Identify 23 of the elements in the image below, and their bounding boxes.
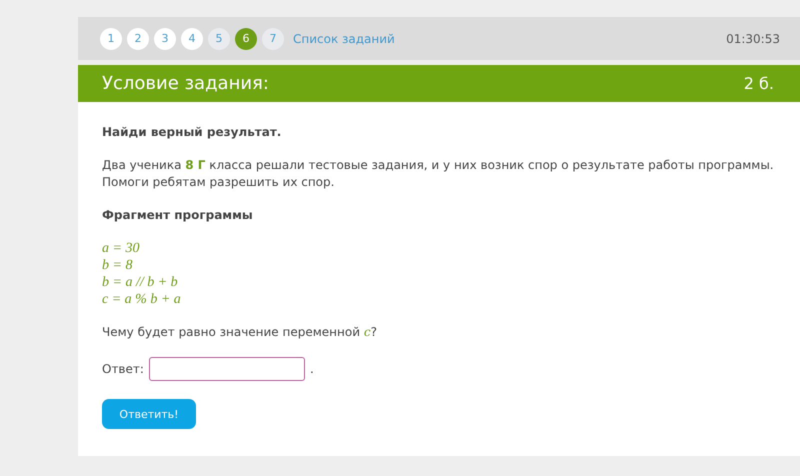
task-number-button[interactable]: 2 xyxy=(127,28,149,50)
header-title: Условие задания: xyxy=(102,73,269,94)
task-number-button[interactable]: 1 xyxy=(100,28,122,50)
answer-field[interactable] xyxy=(148,357,305,381)
fragment-title: Фрагмент программы xyxy=(102,207,254,224)
task-number-button[interactable]: 5 xyxy=(208,28,230,50)
points: 2 б. xyxy=(744,74,774,93)
code-line: b = a // b + b xyxy=(102,275,178,290)
task-number-button[interactable]: 4 xyxy=(181,28,203,50)
period: . xyxy=(310,362,314,376)
code-line: a = 30 xyxy=(102,241,140,256)
task-number-button[interactable]: 3 xyxy=(154,28,176,50)
task-number-button[interactable]: 7 xyxy=(262,28,284,50)
instruction: Найди верный результат. xyxy=(102,124,282,141)
question: Чему будет равно значение переменной c? xyxy=(102,324,378,341)
task-list-link[interactable]: Список заданий xyxy=(293,32,395,46)
task-paragraph: Два ученика 8 Г класса решали тестовые задания, и у них возник спор о результате работы программы. Помоги ребятам разрешить их спор. xyxy=(102,157,775,191)
task-number-button[interactable]: 6 xyxy=(235,28,257,50)
code-line: c = a % b + a xyxy=(102,292,181,307)
submit-button[interactable]: Ответить! xyxy=(102,399,196,429)
timer: 01:30:53 xyxy=(726,32,780,46)
answer-label: Ответ: xyxy=(102,362,144,376)
code-line: b = 8 xyxy=(102,258,132,273)
